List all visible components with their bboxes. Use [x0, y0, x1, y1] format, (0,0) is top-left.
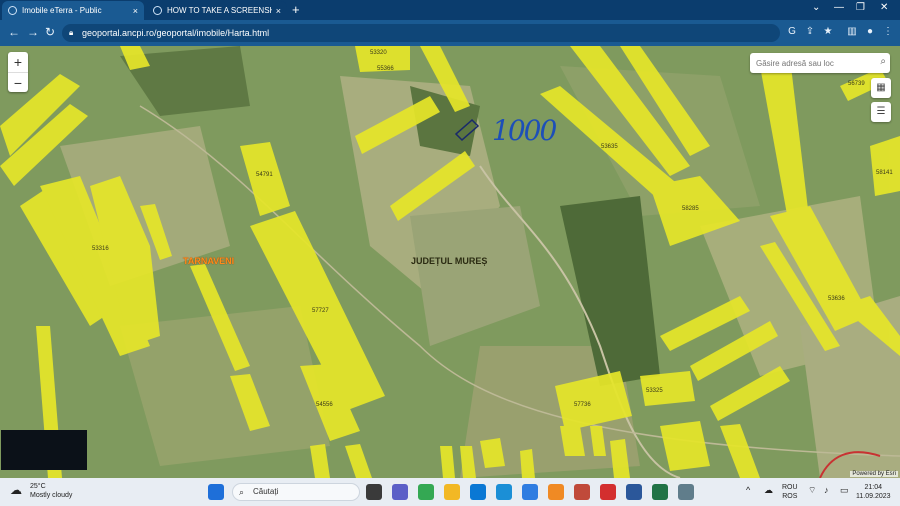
- maximize-button[interactable]: ❐: [856, 2, 865, 13]
- place-label-tarnaveni: TARNAVENI: [183, 256, 235, 266]
- vlc-icon[interactable]: [548, 484, 564, 500]
- parcel-label: 56739: [848, 81, 865, 87]
- parcel-label: 53636: [828, 296, 845, 302]
- url-field[interactable]: 🔒︎ geoportal.ancpi.ro/geoportal/imobile/…: [62, 24, 780, 42]
- parcel-label: 53316: [92, 246, 109, 252]
- new-tab-button[interactable]: +: [292, 2, 300, 17]
- parcel-label: 53635: [601, 144, 618, 150]
- taskbar: ☁ 25°C Mostly cloudy ⌕ Căutați ^ ☁ ROU R…: [0, 478, 900, 506]
- layers-list-button[interactable]: ☰: [871, 102, 891, 122]
- globe-icon: [8, 6, 17, 15]
- zoom-out-button[interactable]: −: [8, 72, 28, 92]
- tab-search-icon[interactable]: ⌄: [812, 2, 820, 13]
- parcel-label: 53320: [370, 50, 387, 56]
- address-search: ⌕: [750, 53, 890, 74]
- clock-time: 21:04: [864, 484, 883, 491]
- sidebar-icon[interactable]: ▥: [846, 26, 858, 38]
- calculator-icon[interactable]: [678, 484, 694, 500]
- chevron-up-icon[interactable]: ^: [746, 486, 750, 495]
- lock-icon: 🔒︎: [69, 28, 74, 37]
- teams-icon[interactable]: [392, 484, 408, 500]
- map-view[interactable]: + − ⌕ ▦ ☰ 53320 55366 53635 54791 53316 …: [0, 46, 900, 478]
- profile-icon[interactable]: ●: [864, 26, 876, 38]
- globe-icon: [153, 6, 162, 15]
- handwritten-annotation: 1000: [492, 114, 557, 147]
- parcel-label: 54791: [256, 172, 273, 178]
- excel-icon[interactable]: [652, 484, 668, 500]
- battery-icon[interactable]: ▭: [840, 486, 849, 495]
- clock[interactable]: 21:04 11.09.2023: [856, 483, 891, 501]
- map-search-input[interactable]: [750, 53, 868, 74]
- chrome-icon[interactable]: [418, 484, 434, 500]
- tab-title: HOW TO TAKE A SCREENSHOT O: [167, 6, 272, 15]
- taskbar-search[interactable]: ⌕ Căutați: [232, 483, 360, 501]
- weather-desc: Mostly cloudy: [30, 492, 73, 499]
- app-icon[interactable]: [522, 484, 538, 500]
- mail-icon[interactable]: [470, 484, 486, 500]
- parcel-label: 58141: [876, 170, 893, 176]
- parcel-label: 54556: [316, 402, 333, 408]
- tab-screenshot-guide[interactable]: HOW TO TAKE A SCREENSHOT O ×: [147, 1, 287, 20]
- tab-title: Imobile eTerra - Public: [22, 6, 102, 15]
- file-explorer-icon[interactable]: [444, 484, 460, 500]
- zoom-control: + −: [8, 52, 28, 92]
- minimize-button[interactable]: —: [834, 2, 844, 13]
- parcel-label: 55366: [377, 66, 394, 72]
- weather-temp: 25°C: [30, 483, 46, 490]
- speaker-icon[interactable]: ♪: [824, 486, 829, 495]
- tab-imobile-eterra[interactable]: Imobile eTerra - Public ×: [2, 1, 144, 20]
- url-text: geoportal.ancpi.ro/geoportal/imobile/Har…: [82, 28, 270, 38]
- onedrive-icon[interactable]: ☁: [764, 486, 773, 495]
- task-view-icon[interactable]: [366, 484, 382, 500]
- parcel-label: 53325: [646, 388, 663, 394]
- overview-map[interactable]: [1, 430, 87, 470]
- pdf-icon[interactable]: [600, 484, 616, 500]
- search-icon: ⌕: [239, 487, 245, 497]
- basemap-button[interactable]: ▦: [871, 78, 891, 98]
- cloud-icon: ☁: [10, 483, 22, 497]
- star-icon[interactable]: ★: [822, 26, 834, 38]
- reload-button[interactable]: ↻: [45, 25, 55, 39]
- clock-date: 11.09.2023: [856, 493, 891, 500]
- word-icon[interactable]: [626, 484, 642, 500]
- zoom-in-button[interactable]: +: [8, 52, 28, 72]
- lang-bottom: ROS: [782, 493, 798, 500]
- share-icon[interactable]: ⇪: [804, 26, 816, 38]
- tab-bar: Imobile eTerra - Public × HOW TO TAKE A …: [0, 0, 900, 20]
- start-icon[interactable]: [208, 484, 224, 500]
- store-icon[interactable]: [496, 484, 512, 500]
- forward-button[interactable]: →: [27, 25, 39, 39]
- address-bar: ← → ↻ 🔒︎ geoportal.ancpi.ro/geoportal/im…: [0, 20, 900, 46]
- close-icon[interactable]: ×: [133, 6, 138, 16]
- search-icon[interactable]: ⌕: [880, 56, 886, 67]
- close-window-button[interactable]: ✕: [880, 2, 888, 13]
- lang-top: ROU: [782, 484, 798, 491]
- parcel-label: 57736: [574, 402, 591, 408]
- menu-icon[interactable]: ⋮: [882, 26, 894, 38]
- back-button[interactable]: ←: [8, 25, 20, 39]
- taskbar-search-label: Căutați: [253, 487, 279, 496]
- parcel-label: 57727: [312, 308, 329, 314]
- map-attribution: Powered by Esri: [850, 471, 898, 477]
- parcel-label: 58285: [682, 206, 699, 212]
- google-icon[interactable]: G: [786, 26, 798, 38]
- close-icon[interactable]: ×: [276, 6, 281, 16]
- paint-icon[interactable]: [574, 484, 590, 500]
- language-indicator[interactable]: ROU ROS: [782, 483, 798, 501]
- wifi-icon[interactable]: ⌔: [808, 486, 816, 495]
- place-label-judet: JUDEȚUL MUREȘ: [411, 256, 488, 266]
